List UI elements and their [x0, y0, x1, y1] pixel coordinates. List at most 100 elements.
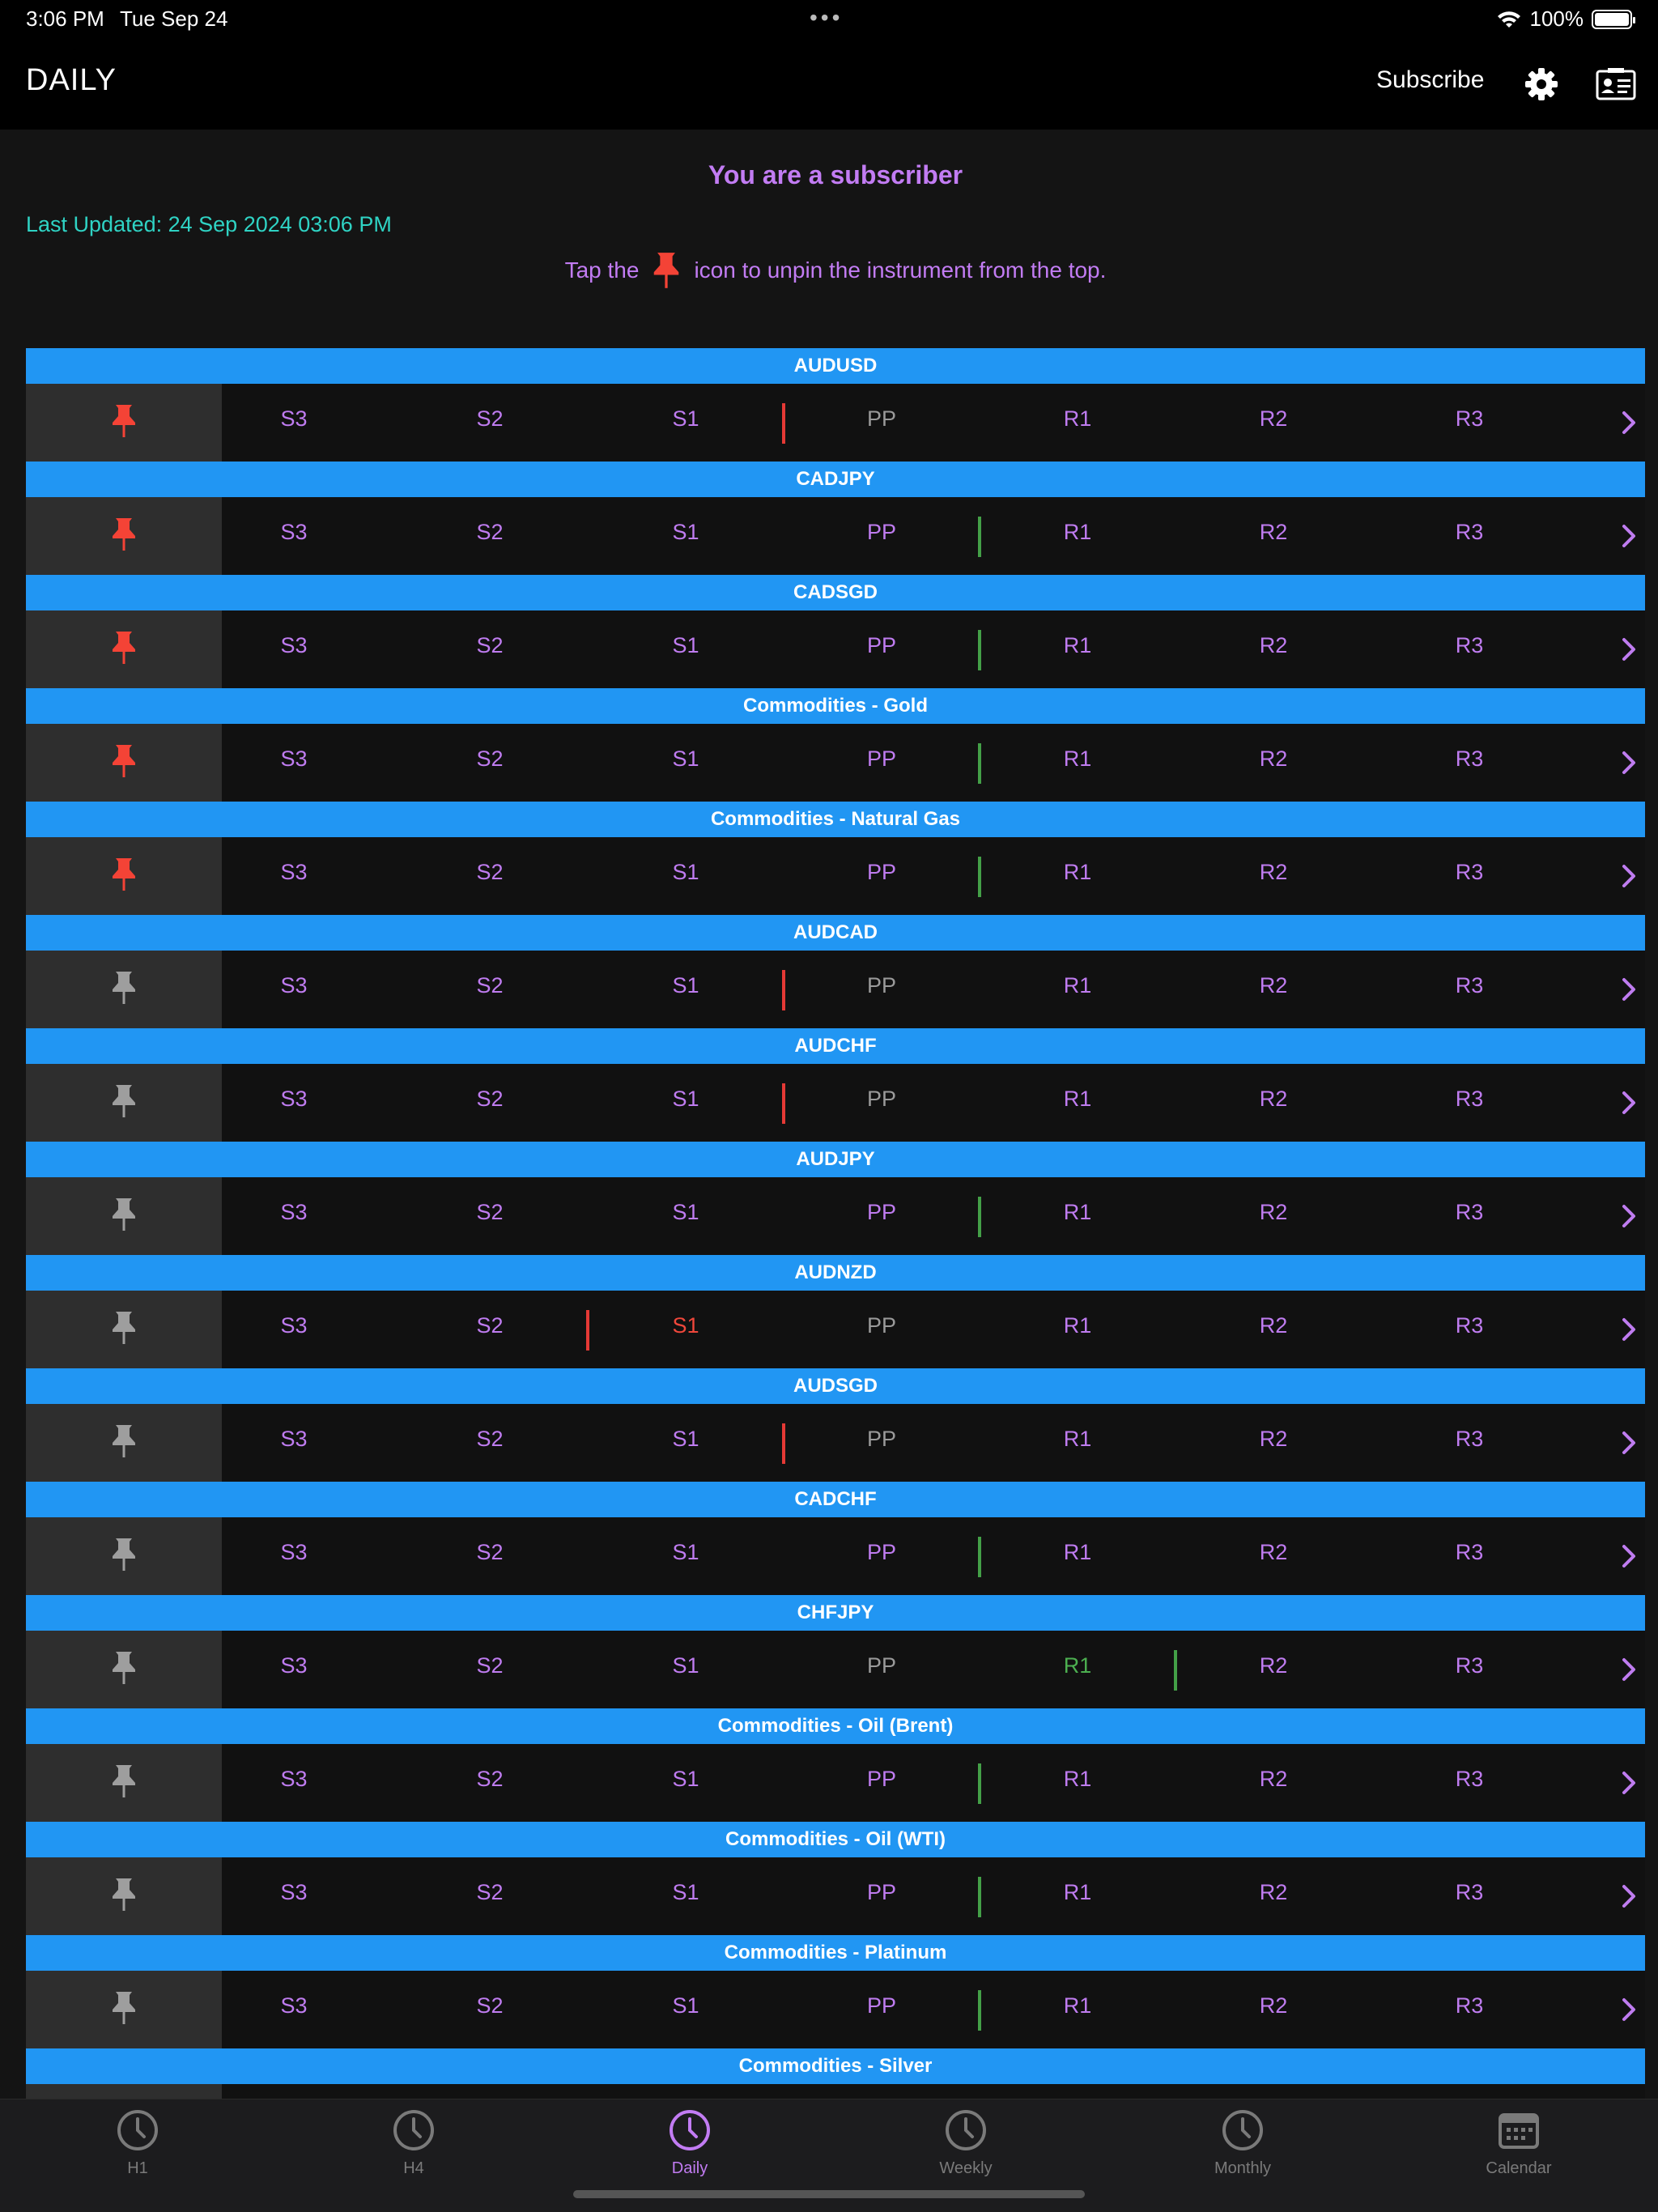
level-s1: S1 [672, 1427, 699, 1451]
instrument-row[interactable]: S3 S2 S1 PP R1 R2 R3 [26, 610, 1645, 688]
subscribe-button[interactable]: Subscribe [1376, 66, 1484, 94]
pin-toggle-button[interactable] [26, 610, 222, 688]
instrument-name: Commodities - Natural Gas [26, 802, 1645, 837]
pin-toggle-button[interactable] [26, 951, 222, 1028]
level-r2: R2 [1259, 1313, 1288, 1338]
instrument-row[interactable]: S3 S2 S1 PP R1 R2 R3 [26, 1857, 1645, 1935]
level-s2: S2 [476, 1200, 504, 1224]
level-s3: S3 [280, 1200, 308, 1224]
nav-bar: DAILY Subscribe [0, 39, 1658, 130]
level-s2: S2 [476, 406, 504, 431]
chevron-right-icon[interactable] [1618, 748, 1640, 777]
tab-label: Weekly [939, 2159, 993, 2177]
instrument-row[interactable]: S3 S2 S1 PP R1 R2 R3 [26, 1744, 1645, 1822]
instrument-row[interactable]: S3 S2 S1 PP R1 R2 R3 [26, 951, 1645, 1028]
level-r1: R1 [1063, 1427, 1092, 1451]
pin-toggle-button[interactable] [26, 1404, 222, 1482]
level-pp: PP [866, 520, 897, 544]
pin-toggle-button[interactable] [26, 1177, 222, 1255]
pin-toggle-button[interactable] [26, 1517, 222, 1595]
pin-toggle-button[interactable] [26, 1631, 222, 1708]
instrument-row[interactable]: S3 S2 S1 PP R1 R2 R3 [26, 1064, 1645, 1142]
battery-level-fill [1595, 12, 1629, 26]
pin-toggle-button[interactable] [26, 1857, 222, 1935]
instrument-row[interactable]: S3 S2 S1 PP R1 R2 R3 [26, 1177, 1645, 1255]
home-indicator [573, 2190, 1085, 2198]
chevron-right-icon[interactable] [1618, 1088, 1640, 1117]
price-position-marker [1174, 1650, 1177, 1691]
level-r2: R2 [1259, 1767, 1288, 1791]
tab-label: H4 [403, 2159, 424, 2177]
instrument-row[interactable]: S3 S2 S1 PP R1 R2 R3 [26, 497, 1645, 575]
chevron-right-icon[interactable] [1618, 1202, 1640, 1231]
level-s3: S3 [280, 1427, 308, 1451]
multitask-dots-icon[interactable]: ••• [810, 5, 843, 31]
instrument-row[interactable]: S3 S2 S1 PP R1 R2 R3 [26, 1971, 1645, 2048]
chevron-right-icon[interactable] [1618, 975, 1640, 1004]
level-pp: PP [866, 1880, 897, 1904]
price-position-marker [978, 1763, 981, 1804]
gear-icon[interactable] [1522, 65, 1561, 104]
level-r1: R1 [1063, 1200, 1092, 1224]
instrument-row[interactable]: S3 S2 S1 PP R1 R2 R3 [26, 1404, 1645, 1482]
level-s2: S2 [476, 1540, 504, 1564]
chevron-right-icon[interactable] [1618, 1315, 1640, 1344]
level-r3: R3 [1455, 1427, 1484, 1451]
tab-h4[interactable]: H4 [333, 2108, 495, 2189]
chevron-right-icon[interactable] [1618, 408, 1640, 437]
pin-toggle-button[interactable] [26, 837, 222, 915]
instrument-row[interactable]: S3 S2 S1 PP R1 R2 R3 [26, 384, 1645, 462]
instrument-row[interactable]: S3 S2 S1 PP R1 R2 R3 [26, 724, 1645, 802]
chevron-right-icon[interactable] [1618, 1428, 1640, 1457]
pin-toggle-button[interactable] [26, 724, 222, 802]
pin-toggle-button[interactable] [26, 384, 222, 462]
chevron-right-icon[interactable] [1618, 1655, 1640, 1684]
unpinned-pin-icon [109, 1537, 138, 1576]
level-s1: S1 [672, 973, 699, 998]
pin-toggle-button[interactable] [26, 1064, 222, 1142]
tab-monthly[interactable]: Monthly [1162, 2108, 1324, 2189]
unpinned-pin-icon [109, 1083, 138, 1123]
instrument-row[interactable]: S3 S2 S1 PP R1 R2 R3 [26, 1631, 1645, 1708]
price-position-marker [782, 403, 785, 444]
tab-h1[interactable]: H1 [57, 2108, 219, 2189]
instrument-name: CADCHF [26, 1482, 1645, 1517]
contact-card-icon[interactable] [1595, 66, 1637, 102]
instrument-list: AUDUSD S3 S2 S1 PP R1 R2 R3 CADJPY S3 S2 S1 PP R1 R2 R3… [26, 348, 1645, 2162]
tab-label: Calendar [1486, 2159, 1552, 2177]
tab-daily[interactable]: Daily [609, 2108, 771, 2189]
clock-icon [885, 2108, 1047, 2153]
level-r3: R3 [1455, 633, 1484, 657]
instrument-card: Commodities - Oil (WTI) S3 S2 S1 PP R1 R2 R3 [26, 1822, 1645, 1935]
level-s2: S2 [476, 1767, 504, 1791]
battery-icon [1592, 9, 1635, 29]
level-r1: R1 [1063, 1993, 1092, 2018]
instrument-row[interactable]: S3 S2 S1 PP R1 R2 R3 [26, 1517, 1645, 1595]
chevron-right-icon[interactable] [1618, 861, 1640, 891]
pin-toggle-button[interactable] [26, 497, 222, 575]
instrument-name: Commodities - Silver [26, 2048, 1645, 2084]
chevron-right-icon[interactable] [1618, 1542, 1640, 1571]
instrument-row[interactable]: S3 S2 S1 PP R1 R2 R3 [26, 1291, 1645, 1368]
chevron-right-icon[interactable] [1618, 1882, 1640, 1911]
chevron-right-icon[interactable] [1618, 1768, 1640, 1797]
level-s1: S1 [672, 1993, 699, 2018]
chevron-right-icon[interactable] [1618, 635, 1640, 664]
pin-icon [109, 517, 138, 556]
pin-icon [109, 743, 138, 783]
instrument-card: AUDCAD S3 S2 S1 PP R1 R2 R3 [26, 915, 1645, 1028]
pin-toggle-button[interactable] [26, 1744, 222, 1822]
chevron-right-icon[interactable] [1618, 521, 1640, 551]
chevron-right-icon[interactable] [1618, 1995, 1640, 2024]
level-r2: R2 [1259, 860, 1288, 884]
instrument-name: AUDSGD [26, 1368, 1645, 1404]
instrument-card: AUDSGD S3 S2 S1 PP R1 R2 R3 [26, 1368, 1645, 1482]
hint-text-before: Tap the [564, 257, 640, 283]
pin-toggle-button[interactable] [26, 1971, 222, 2048]
tab-calendar[interactable]: Calendar [1438, 2108, 1600, 2189]
tab-weekly[interactable]: Weekly [885, 2108, 1047, 2189]
pin-toggle-button[interactable] [26, 1291, 222, 1368]
instrument-row[interactable]: S3 S2 S1 PP R1 R2 R3 [26, 837, 1645, 915]
price-position-marker [978, 517, 981, 557]
level-r2: R2 [1259, 973, 1288, 998]
